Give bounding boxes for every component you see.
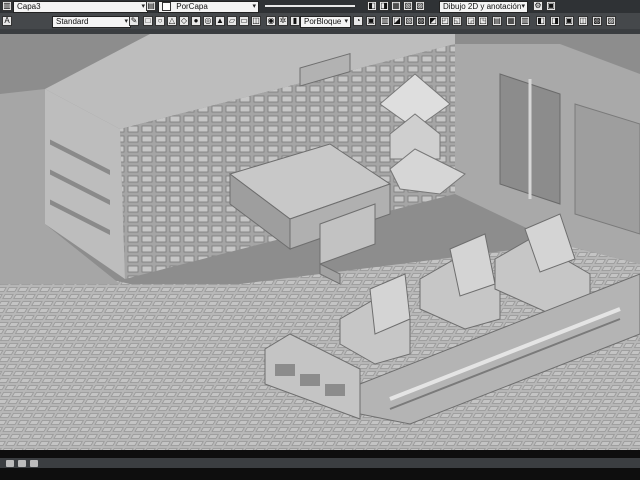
- gear-icon[interactable]: ⚙: [533, 1, 543, 11]
- annotate-icon[interactable]: ✎: [129, 16, 139, 26]
- shape-cone-icon[interactable]: △: [167, 16, 177, 26]
- workspace-dropdown[interactable]: Dibujo 2D y anotación ▾: [439, 1, 528, 13]
- chevron-down-icon: ▾: [141, 3, 145, 10]
- toolbar-icon-8[interactable]: ▣: [366, 16, 376, 26]
- low-shelf-cubby-2: [300, 374, 320, 386]
- layer-props-icon[interactable]: ▤: [146, 1, 156, 11]
- status-icon-1[interactable]: [6, 460, 14, 467]
- chevron-down-icon: ▾: [344, 18, 348, 25]
- toolbar-icon-13[interactable]: ◩: [428, 16, 438, 26]
- linetype-dropdown[interactable]: PorBloque ▾: [300, 16, 351, 28]
- toolbar-icon-3[interactable]: ▦: [391, 1, 401, 11]
- shape-box-icon[interactable]: □: [143, 16, 153, 26]
- toolbar-icon-14[interactable]: ◰: [440, 16, 450, 26]
- freeze-icon[interactable]: ✲: [278, 16, 288, 26]
- toolbar-icon-5[interactable]: ▨: [415, 1, 425, 11]
- toolbar-icon-24[interactable]: ◫: [578, 16, 588, 26]
- lineweight-preview: [265, 5, 355, 7]
- isometric-room-model: [0, 34, 640, 450]
- layer-state-icon[interactable]: ▥: [2, 1, 12, 11]
- workspace-dropdown-value: Dibujo 2D y anotación: [443, 2, 522, 11]
- layer-dropdown-value: Capa3: [17, 2, 41, 11]
- shape-planar-icon[interactable]: ▭: [239, 16, 249, 26]
- shape-polysolid-icon[interactable]: ▱: [227, 16, 237, 26]
- linetype-dropdown-value: PorBloque: [304, 17, 342, 26]
- toolbar-icon-9[interactable]: ▥: [380, 16, 390, 26]
- color-dropdown[interactable]: PorCapa ▾: [158, 1, 259, 13]
- status-bar: [0, 458, 640, 468]
- shape-sphere-icon[interactable]: ●: [191, 16, 201, 26]
- toolbar-icon-21[interactable]: ◧: [536, 16, 546, 26]
- toolbar-icon-4[interactable]: ▧: [403, 1, 413, 11]
- toolbar-icon-2[interactable]: ◨: [379, 1, 389, 11]
- toolbar-icon-6[interactable]: ▣: [546, 1, 556, 11]
- toolbar-icon-19[interactable]: ▦: [506, 16, 516, 26]
- toolbar-icon-7[interactable]: ◔: [353, 16, 363, 26]
- wall-vent: [574, 103, 640, 235]
- low-shelf-cubby-3: [325, 384, 345, 396]
- visibility-icon[interactable]: ◉: [266, 16, 276, 26]
- view-icon[interactable]: ◫: [251, 16, 261, 26]
- toolbar-icon-1[interactable]: ◧: [367, 1, 377, 11]
- lock-icon[interactable]: ▮: [290, 16, 300, 26]
- chevron-down-icon: ▾: [521, 3, 525, 10]
- chevron-down-icon: ▾: [252, 3, 256, 10]
- shape-circle-icon[interactable]: ○: [155, 16, 165, 26]
- toolbar-icon-12[interactable]: ▩: [416, 16, 426, 26]
- toolbar-icon-23[interactable]: ▣: [564, 16, 574, 26]
- style-dropdown[interactable]: Standard ▾: [52, 16, 131, 28]
- toolbar-icon-10[interactable]: ◪: [392, 16, 402, 26]
- color-swatch-icon: [162, 2, 171, 12]
- model-viewport[interactable]: [0, 34, 640, 450]
- toolbar-icon-17[interactable]: ◳: [478, 16, 488, 26]
- toolbar-icon-15[interactable]: ◱: [452, 16, 462, 26]
- toolbar-icon-18[interactable]: ▤: [492, 16, 502, 26]
- toolbar-icon-20[interactable]: ▥: [520, 16, 530, 26]
- status-icon-2[interactable]: [18, 460, 26, 467]
- low-shelf-cubby-1: [275, 364, 295, 376]
- toolbar-icon-16[interactable]: ◲: [466, 16, 476, 26]
- layer-dropdown[interactable]: Capa3 ▾: [13, 1, 148, 13]
- toolbar-icon-22[interactable]: ◨: [550, 16, 560, 26]
- text-style-icon[interactable]: A: [2, 16, 12, 26]
- color-dropdown-value: PorCapa: [176, 2, 208, 11]
- toolbar-icon-26[interactable]: ▨: [606, 16, 616, 26]
- toolbar-icon-11[interactable]: ▧: [404, 16, 414, 26]
- shape-pyramid-icon[interactable]: ▲: [215, 16, 225, 26]
- toolbar-icon-25[interactable]: ▩: [592, 16, 602, 26]
- chevron-down-icon: ▾: [124, 18, 128, 25]
- status-icon-3[interactable]: [30, 460, 38, 467]
- shape-torus-icon[interactable]: ◎: [203, 16, 213, 26]
- shape-wedge-icon[interactable]: ◇: [179, 16, 189, 26]
- style-dropdown-value: Standard: [56, 17, 89, 26]
